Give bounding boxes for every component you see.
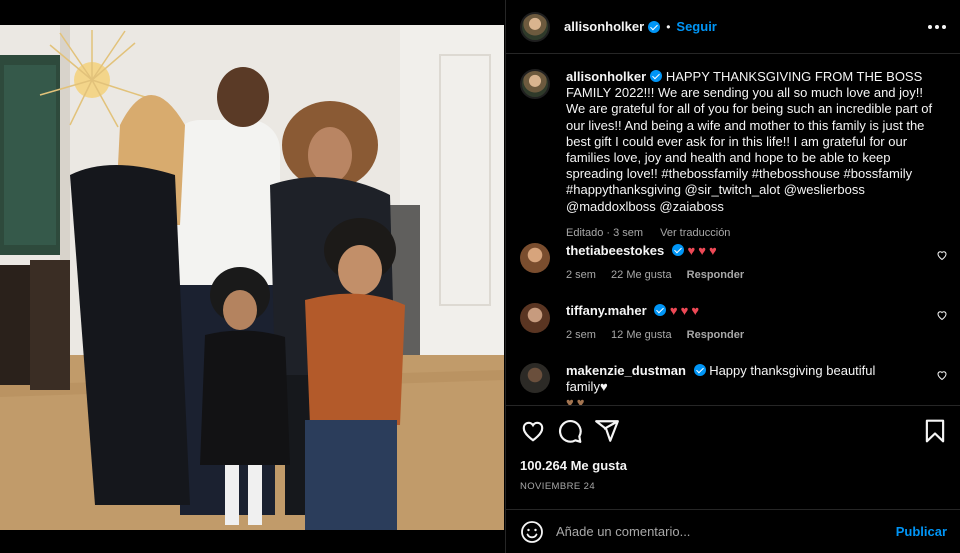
- verified-badge-icon: [671, 244, 684, 256]
- comments-section[interactable]: allisonholker HAPPY THANKSGIVING FROM TH…: [506, 55, 960, 405]
- comment-username[interactable]: makenzie_dustman: [566, 363, 686, 378]
- verified-badge-icon: [648, 20, 661, 33]
- comment-text: ♥♥♥: [669, 303, 703, 318]
- post-photo[interactable]: [0, 25, 504, 530]
- caption-author[interactable]: allisonholker: [566, 69, 646, 84]
- commenter-avatar[interactable]: [520, 303, 550, 333]
- caption-meta: Editado · 3 sem Ver traducción: [566, 225, 938, 241]
- comment-time: 2 sem: [566, 269, 596, 281]
- comment-likes[interactable]: 12 Me gusta: [611, 329, 672, 341]
- save-icon[interactable]: [922, 418, 948, 444]
- emoji-icon[interactable]: [520, 520, 544, 544]
- comment-item: thetiabeestokes ♥♥♥ 2 sem 22 Me gusta Re…: [520, 243, 950, 283]
- translate-link[interactable]: Ver traducción: [660, 227, 730, 239]
- reply-button[interactable]: Responder: [687, 329, 744, 341]
- more-options-icon[interactable]: [927, 17, 947, 37]
- commenter-avatar[interactable]: [520, 363, 550, 393]
- comment-likes[interactable]: 22 Me gusta: [611, 269, 672, 281]
- share-icon[interactable]: [594, 418, 620, 444]
- comment-username[interactable]: thetiabeestokes: [566, 243, 664, 258]
- comment-text: ♥♥♥: [687, 243, 720, 258]
- comment-time: 2 sem: [566, 329, 596, 341]
- post-header: allisonholker • Seguir: [506, 0, 960, 54]
- post-modal: allisonholker • Seguir allisonholker HAP…: [0, 0, 960, 553]
- post-caption: allisonholker HAPPY THANKSGIVING FROM TH…: [520, 69, 950, 241]
- caption-avatar[interactable]: [520, 69, 550, 99]
- comment-item: makenzie_dustman Happy thanksgiving beau…: [520, 363, 950, 405]
- small-heart-icon[interactable]: [936, 369, 948, 381]
- like-icon[interactable]: [520, 418, 546, 444]
- follow-button[interactable]: Seguir: [676, 19, 716, 34]
- verified-badge-icon: [650, 70, 663, 82]
- likes-count[interactable]: 100.264 Me gusta: [520, 458, 627, 473]
- family-photo-illustration: [0, 25, 504, 530]
- comment-username[interactable]: tiffany.maher: [566, 303, 647, 318]
- comment-composer: Publicar: [506, 509, 960, 553]
- actions-bar: 100.264 Me gusta NOVIEMBRE 24: [506, 405, 960, 509]
- post-date: NOVIEMBRE 24: [520, 481, 596, 492]
- comment-icon[interactable]: [557, 418, 583, 444]
- author-avatar[interactable]: [520, 11, 550, 42]
- author-username[interactable]: allisonholker: [564, 19, 644, 34]
- publish-button[interactable]: Publicar: [896, 524, 947, 539]
- comment-meta: 2 sem 22 Me gusta Responder: [566, 267, 906, 283]
- header-separator: •: [666, 19, 671, 34]
- post-side-panel: allisonholker • Seguir allisonholker HAP…: [505, 0, 960, 553]
- caption-text: HAPPY THANKSGIVING FROM THE BOSS FAMILY …: [566, 69, 933, 214]
- small-heart-icon[interactable]: [936, 309, 948, 321]
- comment-input[interactable]: [556, 524, 876, 539]
- edited-time: Editado · 3 sem: [566, 226, 644, 239]
- reply-button[interactable]: Responder: [687, 269, 744, 281]
- comment-meta: 2 sem 12 Me gusta Responder: [566, 327, 906, 343]
- small-heart-icon[interactable]: [936, 249, 948, 261]
- verified-badge-icon: [693, 364, 706, 376]
- verified-badge-icon: [654, 304, 667, 316]
- comment-extra-hearts: ♥♥: [566, 395, 588, 405]
- comment-item: tiffany.maher ♥♥♥ 2 sem 12 Me gusta Resp…: [520, 303, 950, 343]
- commenter-avatar[interactable]: [520, 243, 550, 273]
